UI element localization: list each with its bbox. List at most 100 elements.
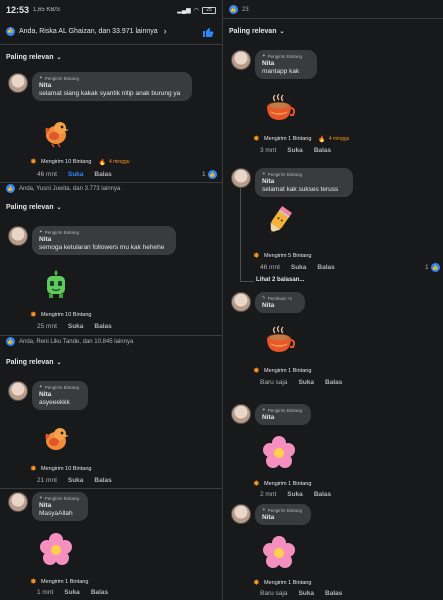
comment-bubble[interactable]: ✦ Pengirim Bintang Nita mantapp kak xyxy=(255,50,317,79)
comment-author[interactable]: Nita xyxy=(262,178,346,185)
reply-button[interactable]: Balas xyxy=(317,264,334,271)
post-reactions-summary[interactable]: 👍 Anda, Riska AL Ghaizan, dan 33.971 lai… xyxy=(0,26,173,36)
coffee-cup-sticker-icon xyxy=(267,325,295,352)
sort-dropdown[interactable]: Paling relevan ⌄ xyxy=(229,28,285,35)
like-button[interactable]: Suka xyxy=(298,379,314,386)
avatar[interactable] xyxy=(8,381,28,401)
comment-bubble[interactable]: ✦ Pengirim Bintang Nita MasyaAllah xyxy=(32,492,88,521)
like-button[interactable]: Suka xyxy=(64,589,80,596)
wifi-icon: ◠ xyxy=(193,7,199,14)
reply-button[interactable]: Balas xyxy=(314,147,331,154)
reply-button[interactable]: Balas xyxy=(94,171,111,178)
comment-author[interactable]: Nita xyxy=(262,302,298,309)
star-badge-icon: ✦ xyxy=(39,495,43,500)
comment-time: 21 mnt xyxy=(37,477,57,484)
comment-author[interactable]: Nita xyxy=(262,60,310,67)
avatar[interactable] xyxy=(231,168,251,188)
coffee-cup-sticker-icon xyxy=(267,93,295,120)
pencil-sticker-icon xyxy=(270,206,292,233)
like-reaction-icon: 👍 xyxy=(430,263,440,272)
star-sender-label: ✸ Mengirim 1 Bintang xyxy=(253,366,312,375)
reply-button[interactable]: Balas xyxy=(325,590,342,597)
like-button-icon[interactable] xyxy=(202,26,214,38)
like-reaction-icon: 👍 xyxy=(207,170,217,179)
reply-button[interactable]: Balas xyxy=(94,477,111,484)
comment-time: 46 mnt xyxy=(37,171,57,178)
post-reactions-summary[interactable]: 👍 Anda, Yusni Juwita, dan 3.773 lainnya xyxy=(0,184,126,193)
comment-bubble[interactable]: ✦ Pengirim Bintang Nita xyxy=(255,504,311,525)
view-more-replies-link[interactable]: Lihat 2 balasan... xyxy=(256,277,304,283)
divider xyxy=(0,335,222,336)
avatar[interactable] xyxy=(8,73,28,93)
comment-bubble[interactable]: ✦ Pengirim Bintang Nita xyxy=(255,404,311,425)
comment-author[interactable]: Nita xyxy=(39,236,169,243)
comment-text: selamat kak sukses teruss xyxy=(262,186,339,193)
comment-time: 3 mnt xyxy=(260,147,277,154)
comment-author[interactable]: Nita xyxy=(39,502,81,509)
star-sender-label: ✸ Mengirim 10 Bintang xyxy=(30,310,92,319)
chevron-down-icon: ⌄ xyxy=(279,29,285,35)
like-button[interactable]: Suka xyxy=(68,323,84,330)
divider xyxy=(0,44,222,45)
star-icon: ✸ xyxy=(253,479,260,488)
sort-dropdown[interactable]: Paling relevan ⌄ xyxy=(6,54,62,61)
comment-bubble[interactable]: ✦ Pengirim Bintang Nita asyeeekkk xyxy=(32,381,88,410)
comment-text: semoga ketularan followers mu kak hehehe xyxy=(39,244,165,251)
star-badge-icon: ✦ xyxy=(262,407,266,412)
avatar[interactable] xyxy=(231,292,251,312)
comment-actions: 46 mnt Suka Balas xyxy=(260,264,335,271)
like-button[interactable]: Suka xyxy=(68,171,84,178)
avatar[interactable] xyxy=(231,404,251,424)
reply-button[interactable]: Balas xyxy=(325,379,342,386)
avatar[interactable] xyxy=(231,50,251,70)
avatar[interactable] xyxy=(8,226,28,246)
star-icon: ✸ xyxy=(30,157,37,166)
like-reaction-icon: 👍 xyxy=(229,5,238,14)
star-badge-icon: ✦ xyxy=(39,229,43,234)
sort-dropdown[interactable]: Paling relevan ⌄ xyxy=(6,204,62,211)
comment-text: asyeeekkk xyxy=(39,399,70,406)
avatar[interactable] xyxy=(8,492,28,512)
avatar[interactable] xyxy=(231,504,251,524)
star-sender-label: ✸ Mengirim 1 Bintang xyxy=(253,578,312,587)
comment-author[interactable]: Nita xyxy=(39,391,81,398)
star-sender-label: ✸ Mengirim 10 Bintang 🔥 4 minggu xyxy=(30,157,130,166)
comment-actions: Baru saja Suka Balas xyxy=(260,379,342,386)
flame-icon: 🔥 xyxy=(98,159,106,166)
like-button[interactable]: Suka xyxy=(287,147,303,154)
comment-like-count[interactable]: 1 👍 xyxy=(202,170,217,179)
star-sender-label: ✸ Mengirim 1 Bintang xyxy=(30,577,89,586)
comment-author[interactable]: Nita xyxy=(39,82,185,89)
post-reactions-summary[interactable]: 👍 Anda, Reni Liku Tande, dan 10.845 lain… xyxy=(0,337,139,346)
star-badge-icon: ✦ xyxy=(262,171,266,176)
comment-actions: Baru saja Suka Balas xyxy=(260,590,342,597)
comment-bubble[interactable]: ✦ Pengirim Bintang Nita semoga ketularan … xyxy=(32,226,176,255)
chevron-right-icon: › xyxy=(163,26,167,36)
comment-bubble[interactable]: ✦ Pengirim Bintang Nita selamat kak sukse… xyxy=(255,168,353,197)
sort-dropdown[interactable]: Paling relevan ⌄ xyxy=(6,359,62,366)
star-badge-icon: ✦ xyxy=(39,384,43,389)
star-sender-label: ✸ Mengirim 5 Bintang xyxy=(253,251,312,260)
like-button[interactable]: Suka xyxy=(68,477,84,484)
reply-button[interactable]: Balas xyxy=(94,323,111,330)
comment-bubble[interactable]: ✦ Pengirim Bintang Nita selamat siang kak… xyxy=(32,72,192,101)
comment-text: MasyaAllah xyxy=(39,510,73,517)
comment-bubble[interactable]: ✎ Pembuat +1 Nita xyxy=(255,292,305,313)
divider xyxy=(223,18,443,19)
star-badge-icon: ✦ xyxy=(262,507,266,512)
comment-like-count[interactable]: 1 👍 xyxy=(425,263,440,272)
post-reactions-summary[interactable]: 👍 23 xyxy=(223,5,255,14)
like-button[interactable]: Suka xyxy=(287,491,303,498)
comment-author[interactable]: Nita xyxy=(262,414,304,421)
flame-icon: 🔥 xyxy=(318,136,326,143)
chevron-down-icon: ⌄ xyxy=(56,360,62,366)
comment-actions: 25 mnt Suka Balas xyxy=(37,323,112,330)
star-badge-icon: ✦ xyxy=(262,53,266,58)
reply-button[interactable]: Balas xyxy=(91,589,108,596)
status-network-speed: 1,65 KB/S xyxy=(33,7,61,13)
comment-actions: 2 mnt Suka Balas xyxy=(260,491,331,498)
comment-author[interactable]: Nita xyxy=(262,514,304,521)
like-button[interactable]: Suka xyxy=(291,264,307,271)
reply-button[interactable]: Balas xyxy=(314,491,331,498)
like-button[interactable]: Suka xyxy=(298,590,314,597)
